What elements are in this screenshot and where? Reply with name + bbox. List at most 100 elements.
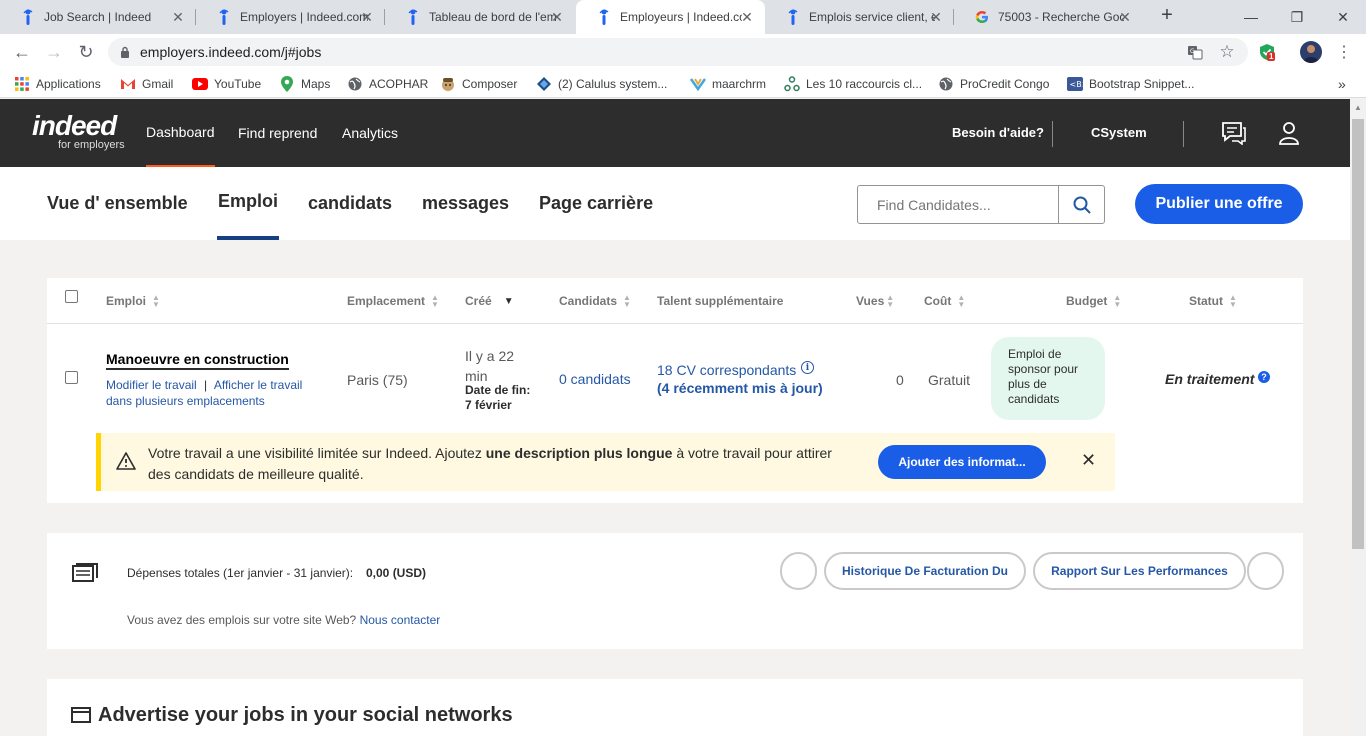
billing-action-button[interactable] xyxy=(1247,552,1284,590)
bookmark-item[interactable]: <B> Bootstrap Snippet... xyxy=(1067,76,1194,92)
tab-candidates[interactable]: candidats xyxy=(308,167,392,240)
browser-tab-strip: Job Search | Indeed ✕ Employers | Indeed… xyxy=(0,0,1366,34)
column-header[interactable]: Créé ▼ xyxy=(465,294,514,308)
more-bookmarks-button[interactable]: » xyxy=(1338,76,1346,92)
close-icon[interactable]: ✕ xyxy=(1081,450,1096,471)
composer-icon xyxy=(440,76,456,92)
invoice-icon xyxy=(72,563,98,588)
sort-desc-icon: ▼ xyxy=(503,295,514,307)
column-header[interactable]: Statut ▲ ▼ xyxy=(1189,294,1237,309)
tab-jobs[interactable]: Emploi xyxy=(217,167,280,240)
tab-messages[interactable]: messages xyxy=(422,167,509,240)
restore-icon[interactable]: ❐ xyxy=(1274,0,1320,34)
address-bar[interactable]: employers.indeed.com/j#jobs xyxy=(108,38,1248,66)
bookmark-item[interactable]: YouTube xyxy=(192,76,261,92)
tab-career-page[interactable]: Page carrière xyxy=(539,167,653,240)
matching-resumes-link[interactable]: 18 CV correspondants xyxy=(657,362,796,378)
end-date: 7 février xyxy=(465,398,512,412)
publish-job-button[interactable]: Publier une offre xyxy=(1135,184,1303,224)
sort-icon: ▲ ▼ xyxy=(957,293,966,309)
recently-updated-link[interactable]: (4 récemment mis à jour) xyxy=(657,380,823,396)
close-tab-icon[interactable]: ✕ xyxy=(928,9,944,25)
close-tab-icon[interactable]: ✕ xyxy=(359,9,375,25)
bookmark-label: Gmail xyxy=(142,77,174,91)
back-icon[interactable]: ← xyxy=(10,40,34,64)
account-name[interactable]: CSystem xyxy=(1091,125,1147,140)
status-text: En traitement xyxy=(1165,371,1255,387)
network-icon xyxy=(784,76,800,92)
close-tab-icon[interactable]: ✕ xyxy=(549,9,565,25)
user-profile-icon[interactable] xyxy=(1278,121,1300,150)
bookmark-star-icon[interactable]: ☆ xyxy=(1217,42,1237,62)
help-link[interactable]: Besoin d'aide? xyxy=(952,125,1044,140)
column-header[interactable]: Candidats ▲ ▼ xyxy=(559,294,631,309)
bookmark-item[interactable]: maarchrm xyxy=(690,76,766,92)
job-title-link[interactable]: Manoeuvre en construction xyxy=(106,351,289,370)
sponsor-budget-button[interactable]: Emploi de sponsor pour plus de candidats xyxy=(991,337,1105,420)
scroll-up-icon[interactable]: ▲ xyxy=(1354,103,1362,112)
bookmark-label: maarchrm xyxy=(712,77,767,91)
info-icon[interactable]: i xyxy=(801,361,814,374)
forward-icon[interactable]: → xyxy=(42,40,66,64)
column-header[interactable]: Vues ▲ ▼ xyxy=(856,293,895,309)
nav-dashboard[interactable]: Dashboard xyxy=(146,99,215,167)
close-tab-icon[interactable]: ✕ xyxy=(1117,9,1133,25)
bookmark-item[interactable]: Gmail xyxy=(120,76,173,92)
edit-job-link[interactable]: Modifier le travail xyxy=(106,378,197,392)
browser-tab-active[interactable]: Employeurs | Indeed.com ✕ xyxy=(576,0,765,34)
bookmark-label: YouTube xyxy=(214,77,262,91)
bookmark-item[interactable]: Maps xyxy=(279,76,330,92)
billing-history-button[interactable]: Historique De Facturation Du xyxy=(824,552,1026,590)
warning-text-bold: une description plus longue xyxy=(485,445,673,461)
social-title: Advertise your jobs in your social netwo… xyxy=(98,704,513,726)
search-icon[interactable] xyxy=(1058,186,1104,223)
reload-icon[interactable]: ↻ xyxy=(74,40,98,64)
sort-icon: ▲ ▼ xyxy=(886,293,895,309)
bookmark-item[interactable]: ProCredit Congo xyxy=(938,76,1049,92)
performance-report-button[interactable]: Rapport Sur Les Performances xyxy=(1033,552,1246,590)
contact-us-link[interactable]: Nous contacter xyxy=(360,613,441,627)
close-tab-icon[interactable]: ✕ xyxy=(170,9,186,25)
bookmark-item[interactable]: ACOPHAR xyxy=(347,76,428,92)
browser-menu-icon[interactable]: ⋮ xyxy=(1334,42,1354,62)
close-window-icon[interactable]: ✕ xyxy=(1320,0,1366,34)
browser-tab[interactable]: Employers | Indeed.com ✕ xyxy=(196,0,385,34)
bookmark-item[interactable]: Les 10 raccourcis cl... xyxy=(784,76,922,92)
tab-overview[interactable]: Vue d' ensemble xyxy=(47,167,188,240)
new-tab-button[interactable]: + xyxy=(1155,4,1179,27)
column-header[interactable]: Coût ▲ ▼ xyxy=(924,293,966,309)
bookmark-item[interactable]: Applications xyxy=(14,76,101,92)
column-header[interactable]: Emplacement ▲ ▼ xyxy=(347,294,439,309)
close-tab-icon[interactable]: ✕ xyxy=(739,9,755,25)
page-viewport: indeed for employers Dashboard Find repr… xyxy=(0,99,1350,736)
help-icon[interactable]: ? xyxy=(1258,371,1270,383)
select-all-checkbox[interactable] xyxy=(65,290,78,303)
browser-tab[interactable]: Emplois service client, emploi ✕ xyxy=(765,0,954,34)
sub-navigation: Vue d' ensemble Emploi candidats message… xyxy=(0,167,1350,240)
candidates-link[interactable]: 0 candidats xyxy=(559,371,631,387)
browser-tab[interactable]: Tableau de bord de l'employeur ✕ xyxy=(385,0,575,34)
translate-icon[interactable]: G xyxy=(1185,42,1205,62)
nav-analytics[interactable]: Analytics xyxy=(342,99,398,167)
window-icon xyxy=(71,707,91,728)
bookmark-item[interactable]: (2) Calulus system... xyxy=(536,76,667,92)
minimize-icon[interactable]: — xyxy=(1228,0,1274,34)
profile-avatar[interactable] xyxy=(1300,41,1322,63)
messages-icon[interactable] xyxy=(1221,121,1247,150)
bookmark-item[interactable]: Composer xyxy=(440,76,517,92)
search-input[interactable] xyxy=(858,186,1058,223)
browser-tab[interactable]: 75003 - Recherche Google ✕ xyxy=(954,0,1143,34)
billing-action-button[interactable] xyxy=(780,552,817,590)
gmail-icon xyxy=(120,76,136,92)
browser-tab[interactable]: Job Search | Indeed ✕ xyxy=(0,0,196,34)
extension-shield-icon[interactable]: 1 xyxy=(1257,42,1277,62)
column-label: Statut xyxy=(1189,294,1223,308)
indeed-logo[interactable]: indeed for employers xyxy=(32,112,125,152)
column-header[interactable]: Budget ▲ ▼ xyxy=(1066,294,1121,309)
add-information-button[interactable]: Ajouter des informat... xyxy=(878,445,1046,479)
row-checkbox[interactable] xyxy=(65,371,78,384)
page-scrollbar[interactable]: ▲ xyxy=(1350,99,1366,736)
column-header[interactable]: Emploi ▲ ▼ xyxy=(106,294,160,309)
nav-find-resumes[interactable]: Find reprend xyxy=(238,99,317,167)
scrollbar-thumb[interactable] xyxy=(1352,119,1364,549)
